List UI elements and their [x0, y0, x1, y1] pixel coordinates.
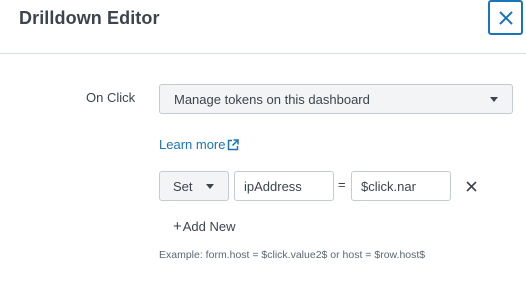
on-click-select[interactable]: Manage tokens on this dashboard [159, 84, 513, 114]
token-action-value: Set [173, 179, 193, 194]
on-click-label: On Click [86, 90, 136, 105]
remove-token-button[interactable] [462, 177, 480, 195]
chevron-down-icon [490, 97, 498, 102]
chevron-down-icon [206, 184, 214, 189]
equals-sign: = [338, 177, 346, 192]
token-action-select[interactable]: Set [159, 171, 229, 201]
add-new-label: Add New [182, 219, 236, 234]
token-value-input[interactable] [351, 171, 451, 201]
dialog-title: Drilldown Editor [19, 8, 160, 28]
learn-more-link[interactable]: Learn more [159, 137, 240, 152]
plus-icon: + [173, 218, 182, 235]
close-button[interactable] [488, 0, 523, 35]
learn-more-label: Learn more [159, 137, 226, 152]
add-new-button[interactable]: + Add New [173, 219, 236, 234]
close-icon [498, 10, 513, 25]
on-click-selected-value: Manage tokens on this dashboard [174, 92, 370, 107]
external-link-icon [228, 138, 240, 150]
token-name-input[interactable] [234, 171, 334, 201]
drilldown-editor-dialog: Drilldown Editor On Click Manage tokens … [0, 0, 526, 295]
remove-icon [465, 180, 477, 192]
example-hint-text: Example: form.host = $click.value2$ or h… [159, 249, 426, 261]
dialog-header: Drilldown Editor [0, 0, 526, 54]
